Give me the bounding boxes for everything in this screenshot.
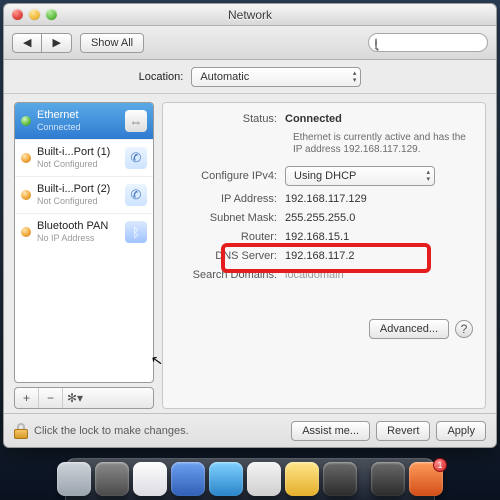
source-name: Built-i...Port (1) [37, 146, 110, 158]
search-input[interactable] [381, 37, 500, 49]
source-sub: No IP Address [37, 232, 108, 244]
dock-app[interactable] [209, 462, 243, 496]
lock-area[interactable]: Click the lock to make changes. [14, 423, 189, 439]
location-row: Location: Automatic ▴▾ [4, 60, 496, 94]
dock-badge: 1 [433, 458, 447, 472]
source-sub: Connected [37, 121, 81, 133]
window-title: Network [4, 8, 496, 22]
dock-app[interactable] [57, 462, 91, 496]
popup-arrows-icon: ▴▾ [426, 169, 430, 183]
popup-arrows-icon: ▴▾ [353, 70, 357, 84]
status-dot-connected-icon [21, 116, 31, 126]
router-value: 192.168.15.1 [285, 231, 349, 243]
configure-label: Configure IPv4: [175, 170, 285, 182]
assist-me-button[interactable]: Assist me... [291, 421, 370, 441]
subnet-label: Subnet Mask: [175, 212, 285, 224]
revert-button[interactable]: Revert [376, 421, 430, 441]
lock-text: Click the lock to make changes. [34, 425, 189, 437]
dock-app[interactable] [133, 462, 167, 496]
source-name: Built-i...Port (2) [37, 183, 110, 195]
dock-app[interactable] [95, 462, 129, 496]
lock-icon [14, 423, 28, 439]
modem-icon: ✆ [125, 184, 147, 206]
source-item-port1[interactable]: Built-i...Port (1) Not Configured ✆ [15, 140, 153, 177]
show-all-button[interactable]: Show All [80, 33, 144, 53]
search-icon [375, 38, 377, 48]
subnet-value: 255.255.255.0 [285, 212, 355, 224]
add-source-button[interactable]: + [15, 388, 39, 408]
status-label: Status: [175, 113, 285, 125]
modem-icon: ✆ [125, 147, 147, 169]
dock: 1 [65, 458, 435, 500]
source-item-ethernet[interactable]: Ethernet Connected ⇔ [15, 103, 153, 140]
ethernet-icon: ⇔ [125, 110, 147, 132]
advanced-button[interactable]: Advanced... [369, 319, 449, 339]
source-sub: Not Configured [37, 195, 110, 207]
zoom-window-button[interactable] [46, 9, 57, 20]
bluetooth-icon: ᛒ [125, 221, 147, 243]
configure-ipv4-popup[interactable]: Using DHCP ▴▾ [285, 166, 435, 186]
dock-app[interactable] [371, 462, 405, 496]
action-menu-button[interactable]: ✻▾ [63, 388, 87, 408]
minimize-window-button[interactable] [29, 9, 40, 20]
toolbar: ◀ ▶ Show All [4, 26, 496, 60]
status-description: Ethernet is currently active and has the… [293, 132, 473, 156]
forward-button[interactable]: ▶ [42, 33, 71, 53]
content: Ethernet Connected ⇔ Built-i...Port (1) … [4, 94, 496, 413]
bottom-bar: Click the lock to make changes. Assist m… [4, 413, 496, 447]
window-controls [4, 9, 57, 20]
source-sub: Not Configured [37, 158, 110, 170]
source-name: Bluetooth PAN [37, 220, 108, 232]
location-popup[interactable]: Automatic ▴▾ [191, 67, 361, 87]
dock-app[interactable] [171, 462, 205, 496]
status-value: Connected [285, 113, 342, 125]
location-value: Automatic [200, 71, 249, 83]
search-domains-value: localdomain [285, 269, 344, 281]
close-window-button[interactable] [12, 9, 23, 20]
router-label: Router: [175, 231, 285, 243]
search-field[interactable] [368, 33, 488, 52]
dock-app[interactable] [247, 462, 281, 496]
source-item-port2[interactable]: Built-i...Port (2) Not Configured ✆ [15, 177, 153, 214]
nav-seg: ◀ ▶ [12, 33, 72, 53]
remove-source-button[interactable]: − [39, 388, 63, 408]
source-footer: + − ✻▾ [14, 387, 154, 409]
dns-value: 192.168.117.2 [285, 250, 355, 262]
source-item-bluetooth[interactable]: Bluetooth PAN No IP Address ᛒ [15, 214, 153, 250]
dock-app[interactable] [323, 462, 357, 496]
search-domains-label: Search Domains: [175, 269, 285, 281]
configure-value: Using DHCP [294, 170, 356, 182]
location-label: Location: [139, 71, 184, 83]
status-dot-warning-icon [21, 227, 31, 237]
dock-app[interactable] [285, 462, 319, 496]
apply-button[interactable]: Apply [436, 421, 486, 441]
status-dot-warning-icon [21, 190, 31, 200]
ip-label: IP Address: [175, 193, 285, 205]
network-preferences-window: Network ◀ ▶ Show All Location: Automatic… [3, 3, 497, 448]
status-dot-warning-icon [21, 153, 31, 163]
help-button[interactable]: ? [455, 320, 473, 338]
source-list[interactable]: Ethernet Connected ⇔ Built-i...Port (1) … [14, 102, 154, 383]
ip-value: 192.168.117.129 [285, 193, 367, 205]
detail-panel: Status: Connected Ethernet is currently … [162, 102, 486, 409]
sidebar: Ethernet Connected ⇔ Built-i...Port (1) … [14, 102, 154, 409]
source-name: Ethernet [37, 109, 81, 121]
titlebar: Network [4, 4, 496, 26]
dns-label: DNS Server: [175, 250, 285, 262]
back-button[interactable]: ◀ [12, 33, 42, 53]
